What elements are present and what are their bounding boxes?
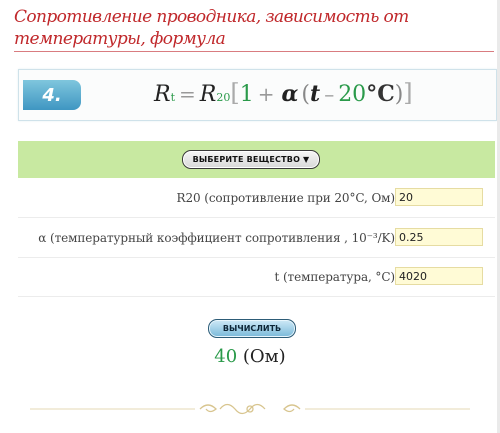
formula-twenty: 20 (338, 82, 367, 107)
formula-close-paren: ) (394, 82, 404, 107)
formula-open-bracket: [ (230, 79, 240, 107)
field-label-alpha: α (температурный коэффициент сопротивлен… (38, 231, 395, 245)
formula-panel: 4. Rt = R 20 [ 1 + α ( t – 20 °C ) ] (18, 69, 497, 121)
alpha-input[interactable]: 0.25 (395, 228, 483, 246)
title-divider (14, 51, 494, 52)
formula-number-badge: 4. (23, 80, 81, 110)
substance-select-button[interactable]: ВЫБЕРИТЕ ВЕЩЕСТВО ▼ (182, 150, 320, 169)
formula-minus: – (324, 82, 335, 106)
field-label-r20: R20 (сопротивление при 20°C, Ом) (176, 191, 396, 205)
formula-equals: = (179, 82, 196, 106)
formula-r-symbol: R (154, 82, 171, 107)
temperature-input[interactable]: 4020 (395, 267, 483, 285)
field-row-alpha: α (температурный коэффициент сопротивлен… (18, 223, 495, 258)
formula-deg-c: °C (366, 81, 395, 107)
formula-t: t (310, 81, 321, 107)
formula-sub-t: t (170, 91, 175, 104)
field-label-temperature: t (температура, °C) (274, 270, 396, 284)
r20-input[interactable]: 20 (395, 188, 483, 206)
ornament-divider (30, 403, 470, 415)
formula-plus: + (257, 82, 275, 106)
result-unit: (Ом) (242, 346, 286, 367)
formula-open-paren: ( (301, 82, 311, 107)
formula-sub-20: 20 (216, 91, 231, 104)
formula-alpha: α (281, 81, 299, 107)
formula-close-bracket: ] (403, 79, 413, 107)
result-value: 40 (214, 346, 238, 367)
formula-r20-symbol: R (199, 82, 217, 107)
formula-one: 1 (239, 82, 254, 107)
field-row-temperature: t (температура, °C) 4020 (18, 262, 495, 297)
field-row-r20: R20 (сопротивление при 20°C, Ом) 20 (18, 183, 495, 218)
result: 40 (Ом) (0, 346, 500, 367)
formula: Rt = R 20 [ 1 + α ( t – 20 °C ) ] (154, 79, 414, 111)
page-title: Сопротивление проводника, зависимость от… (14, 7, 409, 49)
calculate-button[interactable]: ВЫЧИСЛИТЬ (208, 319, 296, 338)
